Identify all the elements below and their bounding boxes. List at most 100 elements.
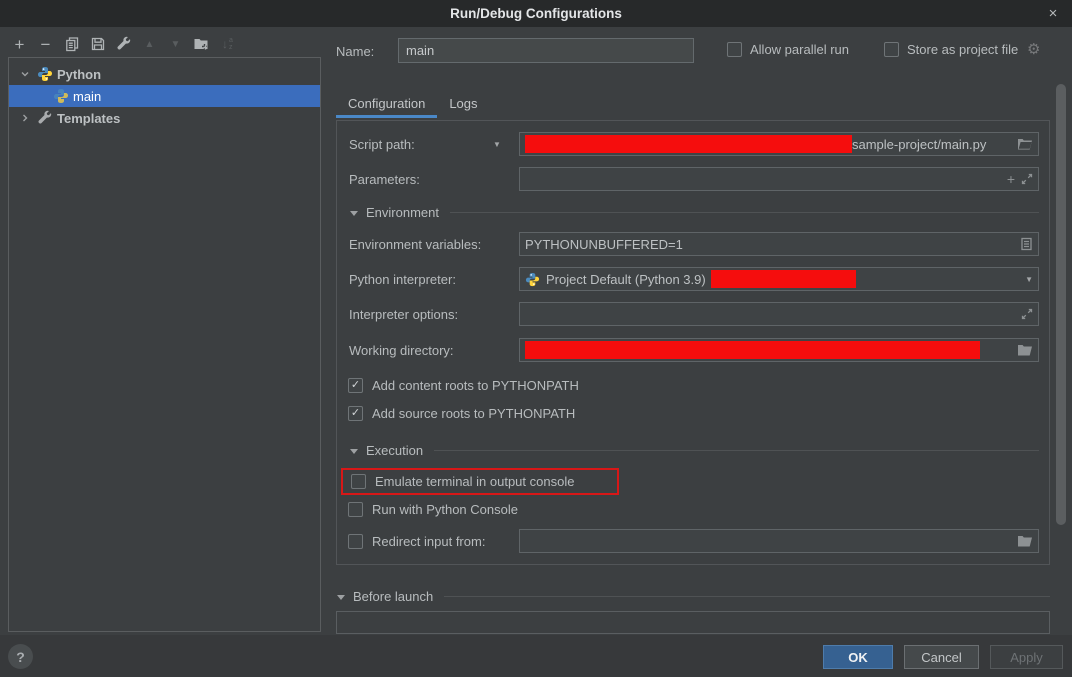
- script-path-field[interactable]: sample-project/main.py: [519, 132, 1039, 156]
- tree-item-main-selected[interactable]: main: [9, 85, 320, 107]
- new-folder-icon[interactable]: [192, 33, 211, 55]
- section-title: Before launch: [353, 589, 433, 604]
- checkbox-label: Allow parallel run: [750, 42, 849, 57]
- checkbox-label: Add source roots to PYTHONPATH: [372, 406, 575, 421]
- section-title: Environment: [366, 205, 439, 220]
- checkbox-label: Run with Python Console: [372, 502, 518, 517]
- chevron-right-icon[interactable]: [19, 112, 31, 124]
- script-path-value: sample-project/main.py: [852, 137, 986, 152]
- add-configuration-button[interactable]: +: [10, 33, 29, 55]
- tree-item-label: main: [73, 89, 101, 104]
- configurations-toolbar: + − ▲ ▼ ↓ a z: [10, 32, 237, 56]
- redirect-input-field[interactable]: [519, 529, 1039, 553]
- cancel-button[interactable]: Cancel: [904, 645, 979, 669]
- sort-configurations-icon[interactable]: ↓ a z: [218, 33, 237, 55]
- redaction-block: [525, 341, 980, 359]
- run-with-python-console-checkbox[interactable]: Run with Python Console: [348, 499, 518, 519]
- chevron-down-icon[interactable]: [349, 446, 359, 456]
- edit-env-vars-icon[interactable]: [1020, 237, 1033, 251]
- checkbox-box[interactable]: [351, 474, 366, 489]
- section-title: Execution: [366, 443, 423, 458]
- checkbox-label: Redirect input from:: [372, 534, 485, 549]
- run-debug-configurations-dialog: Run/Debug Configurations × + − ▲ ▼ ↓ a z: [0, 0, 1072, 677]
- chevron-down-icon[interactable]: [336, 592, 346, 602]
- close-icon[interactable]: ×: [1040, 0, 1066, 27]
- working-directory-field[interactable]: [519, 338, 1039, 362]
- add-content-roots-checkbox[interactable]: ✓ Add content roots to PYTHONPATH: [348, 375, 579, 395]
- section-divider: [444, 596, 1050, 597]
- copy-configuration-icon[interactable]: [62, 33, 81, 55]
- checkbox-box[interactable]: [348, 502, 363, 517]
- browse-folder-icon[interactable]: [1017, 534, 1033, 548]
- check-icon: ✓: [351, 406, 360, 420]
- name-input[interactable]: main: [398, 38, 694, 63]
- tab-configuration[interactable]: Configuration: [336, 92, 437, 118]
- add-source-roots-checkbox[interactable]: ✓ Add source roots to PYTHONPATH: [348, 403, 575, 423]
- section-divider: [434, 450, 1039, 451]
- script-path-label: Script path:: [349, 137, 415, 152]
- gear-icon[interactable]: ⚙: [1027, 40, 1040, 58]
- interpreter-options-label: Interpreter options:: [349, 307, 458, 322]
- execution-section-header[interactable]: Execution: [349, 443, 1039, 458]
- ok-button[interactable]: OK: [823, 645, 893, 669]
- browse-folder-icon[interactable]: [1017, 343, 1033, 357]
- redaction-block: [525, 135, 852, 153]
- dialog-titlebar: Run/Debug Configurations ×: [0, 0, 1072, 27]
- tree-item-label: Python: [57, 67, 101, 82]
- parameters-field[interactable]: +: [519, 167, 1039, 191]
- python-logo-icon: [53, 88, 69, 104]
- remove-configuration-button[interactable]: −: [36, 33, 55, 55]
- chevron-down-icon[interactable]: ▼: [1025, 275, 1033, 284]
- python-logo-icon: [525, 272, 540, 287]
- checkbox-label: Add content roots to PYTHONPATH: [372, 378, 579, 393]
- wrench-icon: [37, 110, 53, 126]
- save-configuration-icon[interactable]: [88, 33, 107, 55]
- environment-section-header[interactable]: Environment: [349, 205, 1039, 220]
- working-directory-label: Working directory:: [349, 343, 454, 358]
- expand-field-icon[interactable]: [1021, 308, 1033, 320]
- move-up-icon[interactable]: ▲: [140, 33, 159, 55]
- checkbox-label: Store as project file: [907, 42, 1018, 57]
- add-parameter-icon[interactable]: +: [1007, 171, 1015, 187]
- checkbox-label: Emulate terminal in output console: [375, 474, 574, 489]
- dialog-title: Run/Debug Configurations: [450, 6, 622, 21]
- tree-item-templates[interactable]: Templates: [9, 107, 320, 129]
- tree-item-python[interactable]: Python: [9, 63, 320, 85]
- environment-variables-value: PYTHONUNBUFFERED=1: [525, 237, 683, 252]
- emulate-terminal-checkbox-highlighted[interactable]: Emulate terminal in output console: [341, 468, 619, 495]
- move-down-icon[interactable]: ▼: [166, 33, 185, 55]
- before-launch-section-header[interactable]: Before launch: [336, 589, 1050, 604]
- store-as-project-file-checkbox[interactable]: Store as project file: [884, 42, 1018, 57]
- name-value: main: [406, 43, 434, 58]
- vertical-scrollbar-thumb[interactable]: [1056, 84, 1066, 525]
- tab-logs[interactable]: Logs: [437, 92, 489, 118]
- checkbox-box-checked[interactable]: ✓: [348, 378, 363, 393]
- apply-button-disabled[interactable]: Apply: [990, 645, 1063, 669]
- help-icon: ?: [16, 649, 25, 665]
- checkbox-box-checked[interactable]: ✓: [348, 406, 363, 421]
- before-launch-task-list[interactable]: [336, 611, 1050, 634]
- section-divider: [450, 212, 1039, 213]
- redaction-block: [711, 270, 856, 288]
- checkbox-box[interactable]: [348, 534, 363, 549]
- redirect-input-checkbox[interactable]: Redirect input from:: [348, 531, 485, 551]
- tree-item-label: Templates: [57, 111, 120, 126]
- python-interpreter-value: Project Default (Python 3.9): [546, 272, 706, 287]
- parameters-label: Parameters:: [349, 172, 420, 187]
- chevron-down-icon[interactable]: [349, 208, 359, 218]
- checkbox-box[interactable]: [884, 42, 899, 57]
- environment-variables-field[interactable]: PYTHONUNBUFFERED=1: [519, 232, 1039, 256]
- checkbox-box[interactable]: [727, 42, 742, 57]
- browse-folder-icon[interactable]: [1017, 137, 1033, 151]
- allow-parallel-run-checkbox[interactable]: Allow parallel run: [727, 42, 849, 57]
- expand-field-icon[interactable]: [1021, 173, 1033, 185]
- help-button[interactable]: ?: [8, 644, 33, 669]
- interpreter-options-field[interactable]: [519, 302, 1039, 326]
- configurations-tree: Python main Templates: [8, 57, 321, 632]
- python-interpreter-label: Python interpreter:: [349, 272, 456, 287]
- chevron-down-icon[interactable]: [19, 68, 31, 80]
- python-interpreter-combobox[interactable]: Project Default (Python 3.9) ▼: [519, 267, 1039, 291]
- script-path-dropdown-icon[interactable]: ▼: [493, 140, 501, 149]
- configuration-form-panel: Script path: ▼ sample-project/main.py Pa…: [336, 120, 1050, 565]
- edit-templates-wrench-icon[interactable]: [114, 33, 133, 55]
